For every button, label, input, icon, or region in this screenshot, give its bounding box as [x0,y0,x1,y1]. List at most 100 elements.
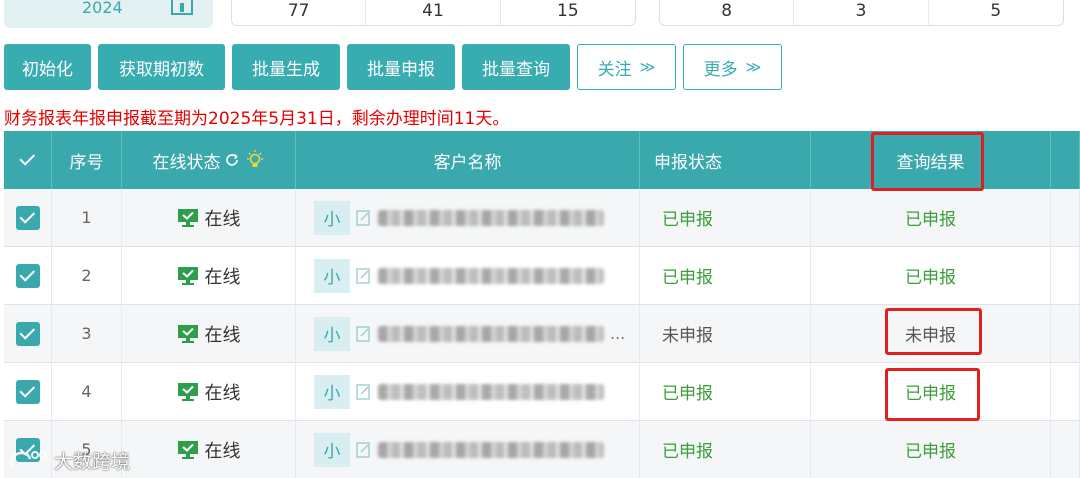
stat-value[interactable]: 15 [501,0,635,25]
edit-icon[interactable] [356,325,372,343]
name-ellipsis: ... [610,324,626,343]
monitor-check-icon [177,324,198,343]
row-declare-status: 已申报 [640,363,811,420]
stat-value[interactable]: 77 [232,0,367,25]
col-customer-name: 客户名称 [296,131,640,189]
customer-tag[interactable]: 小 [314,200,350,235]
row-index: 2 [52,247,122,304]
customer-table: 序号 在线状态 客户名称 申报状态 查询结果 1 在线小已申报 已申报 2 在线小已申报… [4,131,1080,478]
check-icon [19,323,35,340]
lightbulb-icon[interactable] [245,149,265,171]
row-extra-cell [1051,247,1080,304]
refresh-icon[interactable] [223,151,241,169]
row-checkbox[interactable] [15,263,40,288]
stat-value[interactable]: 8 [660,0,795,25]
customer-tag[interactable]: 小 [314,258,350,293]
row-query-result: 未申报 [811,305,1051,362]
row-declare-status: 已申报 [640,189,811,246]
online-status-text: 在线 [204,440,241,462]
row-declare-status: 已申报 [640,421,811,478]
row-query-result: 已申报 [811,421,1051,478]
monitor-check-icon [177,266,198,285]
online-status-text: 在线 [204,382,241,404]
stat-value[interactable]: 5 [929,0,1063,25]
col-query-result: 查询结果 [811,131,1051,189]
online-status-text: 在线 [204,266,241,288]
table-header: 序号 在线状态 客户名称 申报状态 查询结果 [4,131,1080,189]
stats-group-a: 77 41 15 [231,0,636,26]
row-customer-cell: 小 [296,247,640,304]
customer-name-redacted[interactable] [378,209,604,226]
toolbar: 初始化 获取期初数 批量生成 批量申报 批量查询 关注 ≫ 更多 ≫ [4,44,789,90]
table-row[interactable]: 1 在线 小 已申报 已申报 [4,189,1080,247]
stat-value[interactable]: 3 [794,0,929,25]
watermark-text: 大数跨境 [54,450,131,473]
more-label: 更多 [703,59,738,80]
table-row[interactable]: 3 在线小... 未申报 未申报 [4,305,1080,363]
calendar-icon[interactable] [169,0,195,16]
check-icon [19,207,35,224]
monitor-check-icon [177,208,198,227]
online-status-text: 在线 [204,208,241,230]
col-declare-status: 申报状态 [640,131,811,189]
row-select-cell [4,189,52,246]
row-checkbox[interactable] [15,379,40,404]
row-online-cell: 在线 [122,189,296,246]
row-checkbox[interactable] [15,321,40,346]
row-customer-cell: 小 [296,363,640,420]
row-select-cell [4,363,52,420]
customer-tag[interactable]: 小 [314,432,350,467]
stats-strip: 2024 77 41 15 8 3 5 [0,0,1080,30]
row-online-cell: 在线 [122,247,296,304]
customer-name-redacted[interactable] [378,383,604,400]
customer-tag[interactable]: 小 [314,374,350,409]
row-index: 4 [52,363,122,420]
edit-icon[interactable] [356,267,372,285]
fetch-initial-button[interactable]: 获取期初数 [98,44,225,90]
monitor-check-icon [177,440,198,459]
check-icon [19,265,35,282]
edit-icon[interactable] [356,441,372,459]
row-query-result: 已申报 [811,189,1051,246]
init-button[interactable]: 初始化 [4,44,91,90]
table-row[interactable]: 5 在线小已申报 已申报 [4,421,1080,478]
col-online-status[interactable]: 在线状态 [122,131,296,189]
row-extra-cell [1051,363,1080,420]
stat-value[interactable]: 41 [366,0,501,25]
row-declare-status: 未申报 [640,305,811,362]
row-index: 3 [52,305,122,362]
customer-name-redacted[interactable] [378,267,604,284]
col-index: 序号 [52,131,122,189]
customer-name-redacted[interactable] [378,325,604,342]
year-selector[interactable]: 2024 [4,0,213,28]
chevron-right-icon: ≫ [745,58,762,76]
table-row[interactable]: 2 在线 小 已申报 已申报 [4,247,1080,305]
edit-icon[interactable] [356,209,372,227]
row-customer-cell: 小 [296,421,640,478]
table-body: 1 在线小已申报 已申报 2 在线小已申报 已申报 3 在线小... 未申报 未申报 4 在线小已申报… [4,189,1080,478]
row-online-cell: 在线 [122,363,296,420]
customer-name-redacted[interactable] [378,441,604,458]
row-extra-cell [1051,189,1080,246]
row-select-cell [4,247,52,304]
deadline-notice: 财务报表年报申报截至期为2025年5月31日，剩余办理时间11天。 [4,109,510,129]
select-all-checkbox[interactable] [4,131,52,189]
row-extra-cell [1051,305,1080,362]
row-online-cell: 在线 [122,305,296,362]
stats-group-b: 8 3 5 [659,0,1064,26]
edit-icon[interactable] [356,383,372,401]
row-select-cell [4,305,52,362]
more-button[interactable]: 更多 ≫ [683,44,782,90]
check-icon [19,150,35,166]
table-row[interactable]: 4 在线 小 已申报 已申报 [4,363,1080,421]
row-online-cell: 在线 [122,421,296,478]
follow-button[interactable]: 关注 ≫ [577,44,676,90]
row-checkbox[interactable] [15,205,40,230]
col-extra [1051,131,1080,189]
batch-generate-button[interactable]: 批量生成 [232,44,340,90]
batch-declare-button[interactable]: 批量申报 [347,44,455,90]
row-extra-cell [1051,421,1080,478]
customer-tag[interactable]: 小 [314,316,350,351]
row-index: 1 [52,189,122,246]
batch-query-button[interactable]: 批量查询 [462,44,570,90]
